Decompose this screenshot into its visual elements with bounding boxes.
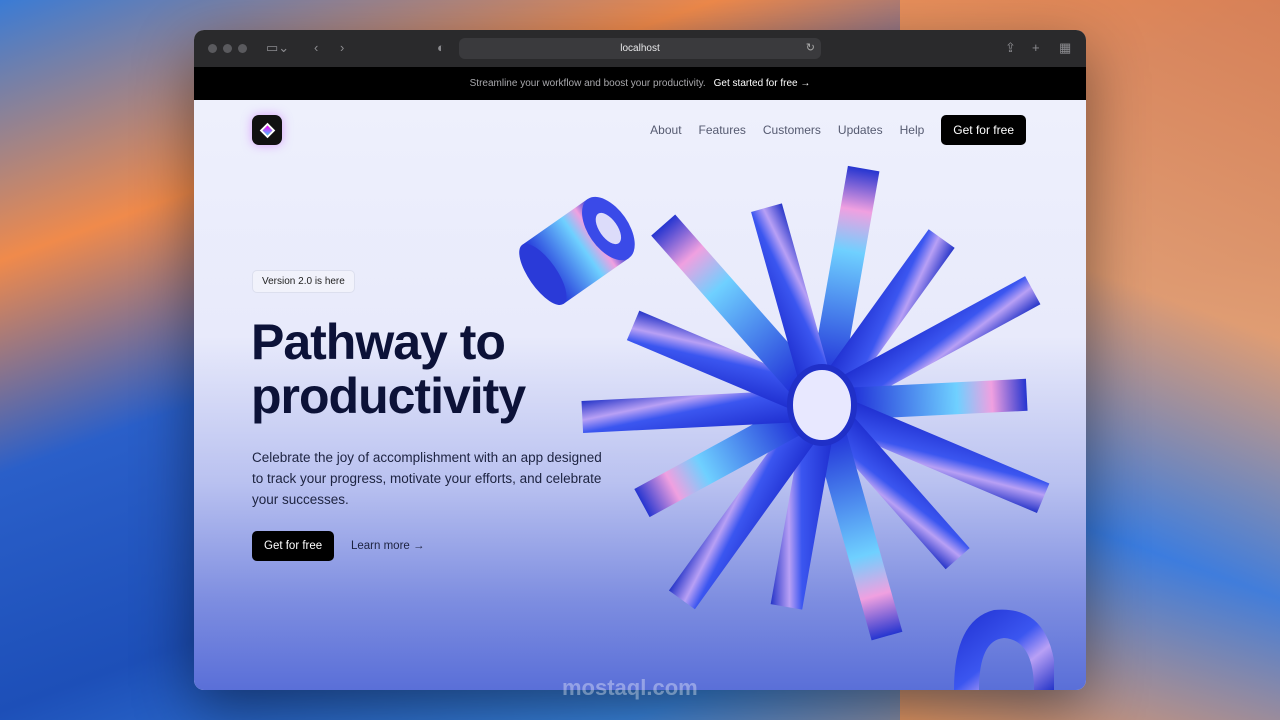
nav-updates[interactable]: Updates [838, 123, 883, 137]
nav-about[interactable]: About [650, 123, 681, 137]
watermark: mostaql.com [562, 675, 698, 700]
version-badge[interactable]: Version 2.0 is here [252, 270, 355, 293]
announcement-banner: Streamline your workflow and boost your … [194, 67, 1086, 100]
close-dot[interactable] [208, 44, 217, 53]
title-line-2: productivity [251, 368, 526, 424]
new-tab-icon[interactable]: + [1032, 40, 1040, 55]
hero-title: Pathway to productivity [251, 314, 526, 424]
window-controls[interactable] [208, 44, 247, 53]
share-icon[interactable]: ⇪ [1005, 40, 1016, 56]
browser-window: ▭⌄ ‹ › ◐ localhost ↻ ⇪ + ▦ Streamline you… [194, 30, 1086, 690]
arc-shape [954, 609, 1054, 690]
address-bar[interactable]: localhost ↻ [459, 38, 821, 59]
forward-icon[interactable]: › [340, 40, 344, 55]
learn-more-link[interactable]: Learn more → [351, 540, 425, 552]
back-icon[interactable]: ‹ [314, 40, 318, 55]
title-line-1: Pathway to [251, 314, 506, 370]
browser-toolbar: ▭⌄ ‹ › ◐ localhost ↻ ⇪ + ▦ [194, 30, 1086, 67]
banner-link[interactable]: Get started for free → [714, 78, 811, 89]
reload-icon[interactable]: ↻ [806, 38, 815, 59]
url-text: localhost [620, 43, 660, 54]
app-logo[interactable] [252, 115, 282, 145]
zoom-dot[interactable] [238, 44, 247, 53]
landing-page: About Features Customers Updates Help Ge… [194, 100, 1086, 690]
cylinder-shape [519, 196, 635, 305]
tab-overview-icon[interactable]: ▦ [1059, 40, 1071, 56]
nav-get-for-free-button[interactable]: Get for free [941, 115, 1026, 145]
sidebar-icon[interactable]: ▭⌄ [266, 40, 289, 56]
banner-text: Streamline your workflow and boost your … [469, 78, 706, 89]
shield-icon[interactable]: ◐ [437, 40, 445, 55]
starburst-shape [581, 165, 1050, 641]
minimize-dot[interactable] [223, 44, 232, 53]
nav-features[interactable]: Features [699, 123, 746, 137]
main-nav: About Features Customers Updates Help Ge… [650, 115, 1026, 145]
nav-customers[interactable]: Customers [763, 123, 821, 137]
hero-description: Celebrate the joy of accomplishment with… [252, 450, 602, 507]
get-for-free-button[interactable]: Get for free [252, 531, 335, 561]
nav-help[interactable]: Help [900, 123, 925, 137]
